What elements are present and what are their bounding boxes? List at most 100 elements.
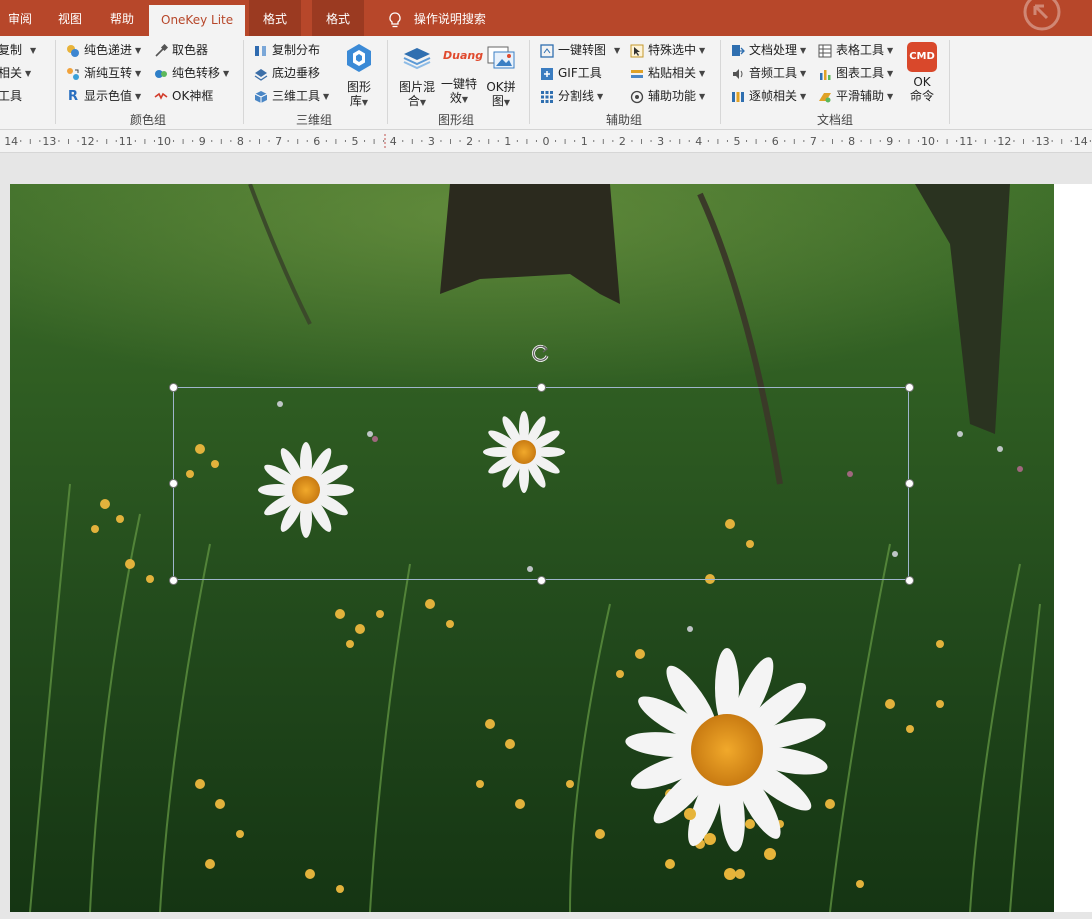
dropdown-arrow-icon: ▼ [800,91,807,101]
group-label-assist: 辅助组 [606,113,643,127]
ruler-tick-label: 4 [695,135,702,148]
solid-gradient-button[interactable]: 纯色递进 ▼ [66,40,141,60]
tab-view[interactable]: 视图 [58,0,82,36]
ruler-scale: 14 13 12 11 10 9 8 7 6 5 4 3 2 1 0 1 2 3 4 5 6 7 8 9 10 11 12 13 14 [4,134,1091,150]
paste-related-button[interactable]: 粘贴相关 ▼ [630,63,705,83]
assist-function-button[interactable]: 辅助功能 ▼ [630,86,705,106]
dropdown-arrow-icon: ▼ [800,68,807,78]
group-label-color: 颜色组 [130,113,167,127]
ruler-tick-label: 14 [1074,135,1088,148]
ruler-tick-label: 10 [157,135,171,148]
tab-format-2[interactable]: 格式 [312,0,365,36]
ruler-tick-label: 2 [619,135,626,148]
group-label-shape: 图形组 [438,113,475,127]
resize-handle-bottom-right[interactable] [905,576,914,585]
copy-distribute-icon [255,45,266,56]
copy-button[interactable]: 复制 ▼ [0,40,36,60]
solid-transfer-button[interactable]: 纯色转移 ▼ [154,63,229,83]
gif-icon [541,67,553,80]
chart-tools-button[interactable]: 图表工具 ▼ [818,63,893,83]
r-letter-icon: R [67,88,78,104]
tab-help[interactable]: 帮助 [110,0,134,36]
group-separator [949,40,950,124]
image-stack-icon [403,48,431,70]
doc-process-icon [732,44,745,56]
horizontal-ruler[interactable]: 14 13 12 11 10 9 8 7 6 5 4 3 2 1 0 1 2 3 4 5 6 7 8 9 10 11 12 13 14 [0,130,1092,153]
dropdown-arrow-icon: ▼ [887,91,894,101]
ruler-tick-label: 14 [4,135,18,148]
resize-handle-top-left[interactable] [169,383,178,392]
gradient-solid-convert-button[interactable]: 渐纯互转 ▼ [66,63,141,83]
ruler-tick-label: 8 [848,135,855,148]
frame-strip-icon [732,91,744,102]
resize-handle-bottom-left[interactable] [169,576,178,585]
ok-frame-button[interactable]: OK神框 [154,86,213,106]
image-blend-button[interactable]: 图片混 合▼ [395,42,439,110]
paste-icon [631,69,643,78]
copy-related-button[interactable]: 相关 ▼ [0,63,31,83]
ruler-tick-label: 0 [543,135,550,148]
special-select-button[interactable]: 特殊选中 ▼ [630,40,705,60]
ribbon-tab-bar: 审阅 视图 帮助 OneKey Lite 格式 格式 操作说明搜索 [0,0,1092,36]
selection-box[interactable] [173,387,909,580]
audio-tools-button[interactable]: 音频工具 ▼ [731,63,806,83]
smooth-assist-button[interactable]: 平滑辅助 ▼ [818,86,893,106]
color-circles-icon [67,44,79,57]
dropdown-arrow-icon: ▼ [597,91,604,101]
tell-me-search[interactable]: 操作说明搜索 [386,0,486,36]
dropdown-arrow-icon: ▼ [323,91,330,101]
ruler-tick-label: 1 [504,135,511,148]
ok-collage-button[interactable]: OK拼 图▼ [481,42,521,110]
group-separator [55,40,56,124]
bottom-edge-shift-button[interactable]: 底边垂移 [254,63,320,83]
resize-handle-top-right[interactable] [905,383,914,392]
ruler-tick-label: 7 [810,135,817,148]
tab-review[interactable]: 审阅 [8,0,32,36]
bar-chart-icon [820,69,831,80]
group-separator [387,40,388,124]
resize-handle-bottom[interactable] [537,576,546,585]
ruler-tick-label: 13 [42,135,56,148]
group-label-3d: 三维组 [296,113,333,127]
ruler-tick-label: 10 [921,135,935,148]
dropdown-arrow-icon: ▼ [135,91,142,101]
shape-library-button[interactable]: 图形 库▼ [341,42,377,110]
dropdown-arrow-icon: ▼ [503,98,511,107]
search-label: 操作说明搜索 [413,12,486,26]
dropdown-arrow-icon: ▼ [461,95,469,104]
copy-distribute-button[interactable]: 复制分布 [254,40,320,60]
tab-format-1[interactable]: 格式 [249,0,302,36]
color-transfer-icon [155,69,167,78]
divider-line-button[interactable]: 分割线 ▼ [540,86,603,106]
assist-function-icon [630,90,644,103]
resize-handle-right[interactable] [905,479,914,488]
one-click-to-image-button[interactable]: 一键转图 ▼ [540,40,620,60]
table-tools-button[interactable]: 表格工具 ▼ [818,40,893,60]
resize-handle-top[interactable] [537,383,546,392]
rotate-handle-icon[interactable] [531,343,551,363]
gif-tools-button[interactable]: GIF工具 [540,63,602,83]
doc-process-button[interactable]: 文档处理 ▼ [731,40,806,60]
resize-handle-left[interactable] [169,479,178,488]
tab-onekey-lite[interactable]: OneKey Lite [149,5,246,36]
hexagon-icon [347,44,371,72]
color-picker-button[interactable]: 取色器 [154,40,208,60]
3d-tools-button[interactable]: 三维工具 ▼ [254,86,329,106]
dropdown-arrow-icon: ▼ [699,91,706,101]
dropdown-arrow-icon: ▼ [887,45,894,55]
duang-effect-icon: Duang [443,49,484,62]
dropdown-arrow-icon: ▼ [361,98,369,107]
copy-tools-button[interactable]: 工具 [0,86,22,106]
group-separator [243,40,244,124]
ruler-tick-label: 11 [119,135,133,148]
one-click-effect-button[interactable]: Duang 一键特 效▼ [439,42,484,107]
ruler-tick-label: 11 [959,135,973,148]
show-color-value-button[interactable]: R 显示色值 ▼ [66,86,141,106]
dropdown-arrow-icon: ▼ [800,45,807,55]
frame-related-button[interactable]: 逐帧相关 ▼ [731,86,806,106]
table-icon [818,44,832,57]
dropdown-arrow-icon: ▼ [135,45,142,55]
ok-command-button[interactable]: CMD OK 命令 [902,42,942,103]
ruler-tick-label: 7 [275,135,282,148]
ruler-tick-label: 3 [428,135,435,148]
